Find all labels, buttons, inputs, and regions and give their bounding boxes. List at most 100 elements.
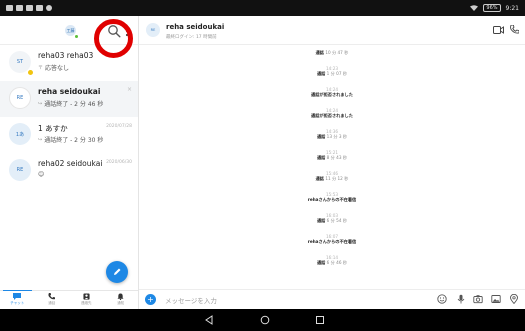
notification-image-icon: [6, 5, 13, 11]
notification-gallery-icon: [16, 5, 23, 11]
avatar-initials: RE: [150, 28, 156, 32]
last-message-preview: 〒 応答なし: [38, 63, 69, 72]
camera-icon[interactable]: [473, 294, 483, 304]
notification-video-icon: [36, 5, 43, 11]
image-gallery-icon[interactable]: [491, 294, 501, 304]
chat-item[interactable]: RE reha02 seidoukai 2020/06/30 😊: [0, 153, 138, 189]
video-call-icon[interactable]: [493, 26, 504, 34]
conversation-avatar[interactable]: RE: [146, 23, 160, 37]
bottom-tab-bar: チャット 通話 連絡先 通知: [0, 290, 138, 310]
close-icon[interactable]: ×: [127, 86, 132, 93]
header-grey-text: 4: [97, 28, 101, 35]
avatar-initials: RE: [16, 95, 24, 101]
battery-indicator: 96%: [483, 4, 501, 12]
chat-list-header: 工藤 4: [0, 16, 138, 58]
android-navigation-bar: [0, 309, 525, 331]
search-icon[interactable]: [107, 24, 121, 38]
active-tab-indicator: [3, 290, 32, 291]
tab-chat[interactable]: チャット: [0, 290, 35, 310]
add-content-button[interactable]: +: [145, 294, 156, 305]
chat-item-selected[interactable]: RE reha seidoukai × ↪ 通話終了 - 2 分 46 秒: [0, 81, 138, 117]
call-label: 通話: [315, 50, 324, 55]
last-seen-text: 最終ログイン: 17 時間前: [166, 35, 217, 40]
contact-name: reha seidoukai: [38, 87, 101, 96]
chat-list-panel: 工藤 4 ST reha03 reha03 〒 応答なし RE reha sei…: [0, 16, 139, 309]
back-icon[interactable]: [204, 315, 214, 325]
notification-screen-icon: [26, 5, 33, 11]
last-message-preview: ↪ 通話終了 - 2 分 30 秒: [38, 135, 104, 145]
message-compose-bar: + メッセージを入力: [139, 289, 525, 310]
chat-icon: [13, 293, 22, 300]
call-label: 通話: [316, 155, 326, 160]
away-status-dot: [27, 69, 34, 76]
chat-date: 2020/06/30: [106, 160, 132, 165]
notification-icons: [6, 5, 52, 11]
avatar-initials: 1あ: [15, 131, 25, 138]
call-duration: 1 分 07 秒: [326, 71, 348, 76]
call-label: 通話: [316, 218, 326, 223]
call-duration: 6 分 54 秒: [326, 218, 348, 223]
contact-avatar: RE: [9, 87, 31, 109]
call-ended-icon: ↪: [38, 100, 43, 107]
contact-name: 1 あすか: [38, 124, 68, 133]
conversation-pane: RE reha seidoukai 最終ログイン: 17 時間前 通話 10 分…: [139, 16, 525, 310]
last-message-text: 通話終了 - 2 分 46 秒: [44, 101, 104, 108]
tab-calls[interactable]: 通話: [35, 291, 70, 310]
location-pin-icon[interactable]: [509, 294, 519, 304]
tab-label: 通知: [117, 301, 125, 305]
tab-notifications[interactable]: 通知: [104, 291, 139, 310]
call-log-entry: 通話 6 分 46 秒: [139, 260, 525, 266]
avatar-initials: ST: [16, 59, 24, 65]
my-avatar-initials: 工藤: [66, 27, 75, 33]
last-message-preview: 😊: [38, 171, 44, 178]
chat-item[interactable]: ST reha03 reha03 〒 応答なし: [0, 45, 138, 81]
clock: 9:21: [505, 4, 519, 12]
contacts-icon: [83, 293, 90, 300]
notification-skype-icon: [46, 5, 52, 11]
tab-label: 連絡先: [81, 301, 92, 305]
emoji-icon[interactable]: [437, 294, 447, 304]
call-label: 通話: [316, 134, 326, 139]
phone-icon: [48, 293, 56, 300]
call-duration: 10 分 47 秒: [325, 50, 349, 55]
wifi-icon: [470, 5, 479, 11]
audio-call-icon[interactable]: [510, 25, 519, 34]
call-label: 通話: [316, 260, 326, 265]
my-avatar[interactable]: 工藤: [65, 25, 76, 36]
contact-avatar: RE: [9, 159, 31, 181]
tab-label: 通話: [48, 301, 56, 305]
last-message-preview: ↪ 通話終了 - 2 分 46 秒: [38, 99, 104, 109]
conversation-header: RE reha seidoukai 最終ログイン: 17 時間前: [139, 16, 525, 45]
tab-contacts[interactable]: 連絡先: [69, 291, 104, 310]
call-duration: 6 分 46 秒: [326, 260, 348, 265]
call-duration: 11 分 12 秒: [325, 176, 349, 181]
my-online-status-dot: [75, 35, 78, 38]
missed-call-icon: 〒: [38, 65, 44, 71]
recent-chats-list: ST reha03 reha03 〒 応答なし RE reha seidouka…: [0, 45, 138, 189]
last-message-text: 通話終了 - 2 分 30 秒: [44, 137, 104, 144]
contact-avatar: 1あ: [9, 123, 31, 145]
bell-icon: [117, 293, 124, 300]
system-icons: 96% 9:21: [470, 4, 519, 12]
call-label: 通話: [315, 176, 324, 181]
conversation-title[interactable]: reha seidoukai: [166, 23, 224, 31]
new-chat-button[interactable]: [106, 261, 128, 283]
tab-label: チャット: [10, 301, 25, 305]
microphone-icon[interactable]: [456, 294, 466, 304]
contact-name: reha03 reha03: [38, 51, 94, 60]
call-label: 通話: [316, 71, 326, 76]
home-icon[interactable]: [260, 315, 270, 325]
avatar-initials: RE: [16, 167, 24, 173]
more-options-icon[interactable]: [125, 25, 129, 37]
chat-item[interactable]: 1あ 1 あすか 2020/07/28 ↪ 通話終了 - 2 分 30 秒: [0, 117, 138, 153]
call-duration: 8 分 43 秒: [326, 155, 348, 160]
contact-name: reha02 seidoukai: [38, 159, 103, 168]
call-ended-icon: ↪: [38, 136, 43, 143]
message-input[interactable]: メッセージを入力: [165, 295, 217, 305]
message-history: 通話 10 分 47 秒 14:23 通話 1 分 07 秒 14:24 通話が…: [139, 44, 525, 289]
recent-apps-icon[interactable]: [315, 315, 325, 325]
emoji-preview: 😊: [38, 171, 45, 178]
call-duration: 13 分 3 秒: [326, 134, 348, 139]
android-status-bar: 96% 9:21: [0, 0, 525, 16]
last-message-text: 応答なし: [45, 65, 70, 72]
